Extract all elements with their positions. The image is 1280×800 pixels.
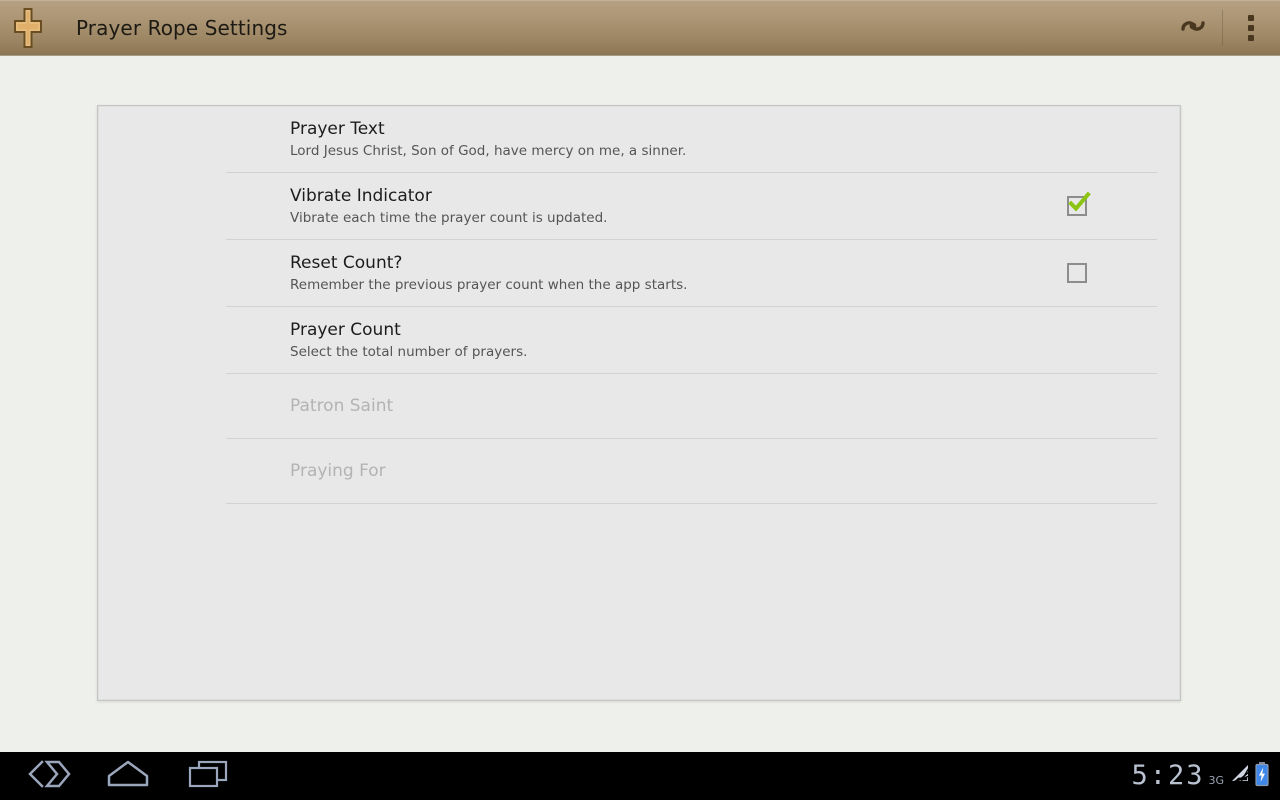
pref-title: Prayer Text bbox=[290, 119, 385, 139]
nav-home-button[interactable] bbox=[88, 752, 168, 800]
pref-summary: Remember the previous prayer count when … bbox=[290, 277, 688, 293]
pref-title: Reset Count? bbox=[290, 253, 403, 273]
pref-title: Prayer Count bbox=[290, 320, 401, 340]
pref-widget-slot bbox=[1052, 263, 1180, 283]
android-tablet-screen: Prayer Rope Settings Prayer Text Lord Je… bbox=[0, 0, 1280, 800]
signal-bars-icon bbox=[1228, 763, 1250, 789]
pref-text-block: Prayer Text Lord Jesus Christ, Son of Go… bbox=[290, 106, 1052, 172]
app-logo-button[interactable] bbox=[0, 0, 56, 56]
pref-title: Praying For bbox=[290, 461, 386, 481]
overflow-menu-icon bbox=[1248, 15, 1254, 41]
reset-counter-icon bbox=[1177, 10, 1209, 46]
pref-text-block: Vibrate Indicator Vibrate each time the … bbox=[290, 173, 1052, 239]
pref-title: Patron Saint bbox=[290, 396, 394, 416]
battery-charging-icon bbox=[1254, 761, 1270, 791]
reset-count-action[interactable] bbox=[1164, 0, 1222, 56]
pref-widget-slot bbox=[1052, 191, 1180, 216]
home-icon bbox=[106, 760, 150, 792]
action-bar: Prayer Rope Settings bbox=[0, 0, 1280, 56]
network-type-label: 3G bbox=[1208, 773, 1224, 787]
preference-list: Prayer Text Lord Jesus Christ, Son of Go… bbox=[98, 106, 1180, 504]
settings-card: Prayer Text Lord Jesus Christ, Son of Go… bbox=[97, 105, 1181, 701]
pref-reset-count[interactable]: Reset Count? Remember the previous praye… bbox=[98, 240, 1180, 306]
pref-praying-for: Praying For bbox=[98, 439, 1180, 503]
status-clock: 5:23 bbox=[1131, 759, 1205, 791]
pref-prayer-text[interactable]: Prayer Text Lord Jesus Christ, Son of Go… bbox=[98, 106, 1180, 172]
pref-prayer-count[interactable]: Prayer Count Select the total number of … bbox=[98, 307, 1180, 373]
overflow-menu-button[interactable] bbox=[1222, 0, 1280, 56]
nav-recents-button[interactable] bbox=[168, 752, 248, 800]
system-navigation-bar: 5:23 3G bbox=[0, 752, 1280, 800]
recents-icon bbox=[187, 759, 229, 793]
status-area[interactable]: 5:23 3G bbox=[1131, 752, 1280, 800]
pref-text-block: Praying For bbox=[290, 448, 1052, 494]
pref-text-block: Reset Count? Remember the previous praye… bbox=[290, 240, 1052, 306]
pref-summary: Select the total number of prayers. bbox=[290, 344, 528, 360]
back-icon bbox=[25, 760, 71, 792]
pref-text-block: Patron Saint bbox=[290, 383, 1052, 429]
vibrate-indicator-checkbox[interactable] bbox=[1067, 191, 1091, 216]
list-divider bbox=[226, 503, 1157, 504]
pref-vibrate-indicator[interactable]: Vibrate Indicator Vibrate each time the … bbox=[98, 173, 1180, 239]
checkmark-icon bbox=[1068, 191, 1091, 212]
page-title: Prayer Rope Settings bbox=[76, 16, 288, 40]
reset-count-checkbox[interactable] bbox=[1067, 263, 1087, 283]
nav-back-button[interactable] bbox=[8, 752, 88, 800]
pref-summary: Lord Jesus Christ, Son of God, have merc… bbox=[290, 143, 687, 159]
pref-summary: Vibrate each time the prayer count is up… bbox=[290, 210, 608, 226]
pref-title: Vibrate Indicator bbox=[290, 186, 432, 206]
pref-patron-saint: Patron Saint bbox=[98, 374, 1180, 438]
pref-text-block: Prayer Count Select the total number of … bbox=[290, 307, 1052, 373]
